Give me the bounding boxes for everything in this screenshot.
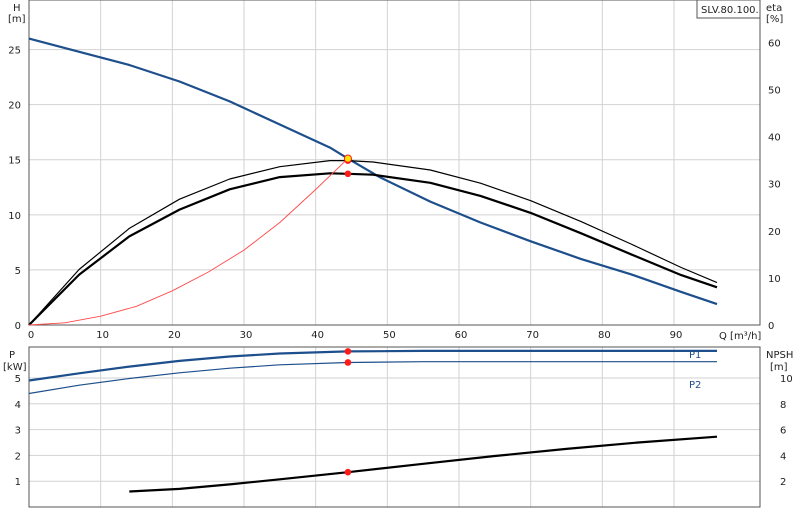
p1-series-label: P1 [689,350,701,361]
x-tick-label: 60 [455,330,468,341]
eta-tick-label: 30 [768,180,781,191]
top-series [28,37,718,326]
top-grid [29,0,760,325]
npsh-curve [129,435,718,493]
bottom-series [28,349,718,493]
npsh-tick-label: 2 [780,477,786,488]
head-tick-label: 20 [8,101,21,112]
npsh-axis-symbol: NPSH [766,350,793,361]
eta-tick-label: 50 [768,85,781,96]
p1-curve [28,349,717,382]
npsh-tick-label: 10 [780,374,793,385]
eta-curve-hydraulic [28,160,718,326]
eta-tick-label: 20 [768,227,781,238]
bottom-panel: 1 2 3 4 5 2 4 6 8 10 P [kW] NPSH [m] P1 P2 [3,346,793,508]
head-axis-unit: [m] [8,14,26,25]
x-tick-label: 80 [598,330,611,341]
head-tick-label: 10 [8,211,21,222]
duty-point-head [343,154,353,163]
head-tick-label: 5 [15,266,21,277]
x-tick-label: 10 [96,330,109,341]
duty-point-eta-total [344,170,352,178]
top-tick-labels: 0 10 20 30 40 50 60 70 80 90 0 5 10 15 20 25 0 10 20 30 40 50… [8,38,780,341]
npsh-tick-label: 8 [780,400,786,411]
head-tick-label: 25 [8,46,21,57]
x-tick-label: 50 [383,330,396,341]
power-tick-label: 4 [15,400,21,411]
eta-axis-unit: [%] [766,14,783,25]
eta-tick-label: 40 [768,133,781,144]
duty-point-p2 [344,359,352,366]
power-axis-symbol: P [9,350,15,361]
eta-tick-label: 0 [768,321,774,332]
system-curve [28,158,349,326]
pump-performance-chart: 0 10 20 30 40 50 60 70 80 90051015202501020304050… [3,0,793,508]
top-panel: 0 10 20 30 40 50 60 70 80 90 0 5 10 15 20 25 0 10 20 30 40 50… [8,0,783,342]
x-tick-label: 0 [28,330,34,341]
npsh-tick-label: 6 [780,426,786,437]
power-axis-unit: [kW] [3,362,27,373]
x-tick-label: 40 [311,330,324,341]
power-tick-label: 1 [15,477,21,488]
bottom-duty-points [344,348,352,476]
flow-axis-label: Q [m³/h] [719,331,761,342]
x-tick-label: 70 [526,330,539,341]
duty-point-npsh [344,468,352,476]
bottom-plot-frame [28,346,761,508]
eta-tick-label: 10 [768,274,781,285]
pump-model-label: SLV.80.100. [701,5,759,16]
npsh-tick-label: 4 [780,451,786,462]
power-tick-label: 5 [15,374,21,385]
head-tick-label: 0 [15,321,21,332]
top-duty-points [343,154,353,178]
x-tick-label: 90 [670,330,683,341]
eta-tick-label: 60 [768,38,781,49]
head-axis-symbol: H [13,3,21,14]
top-plot-frame [28,0,761,326]
npsh-axis-unit: [m] [770,362,788,373]
x-tick-label: 20 [168,330,181,341]
head-tick-label: 15 [8,156,21,167]
head-curve [28,37,718,306]
power-tick-label: 2 [15,451,21,462]
bottom-grid [29,347,760,507]
eta-curve-total [28,172,718,326]
eta-axis-symbol: eta [766,3,782,14]
bottom-tick-labels: 1 2 3 4 5 2 4 6 8 10 [15,374,793,488]
duty-point-p1 [344,348,352,355]
x-tick-label: 30 [240,330,253,341]
p2-series-label: P2 [689,380,701,391]
power-tick-label: 3 [15,426,21,437]
